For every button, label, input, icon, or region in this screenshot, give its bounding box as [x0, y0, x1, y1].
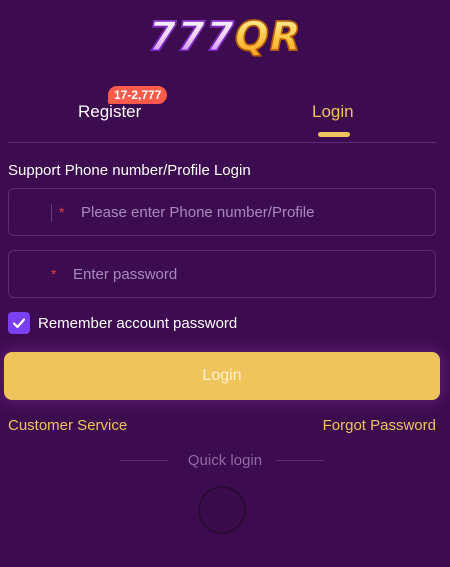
quick-login-button[interactable]: [198, 486, 246, 534]
tab-login[interactable]: Login: [312, 102, 354, 122]
auth-tabs: 17-2,777 Register Login: [0, 86, 450, 144]
required-mark: *: [51, 266, 57, 282]
active-tab-indicator: [318, 132, 350, 137]
customer-service-link[interactable]: Customer Service: [8, 417, 127, 434]
form-title: Support Phone number/Profile Login: [8, 162, 251, 179]
phone-input[interactable]: [81, 189, 426, 235]
tabs-divider: [8, 142, 436, 143]
field-separator: [51, 204, 52, 222]
forgot-password-link[interactable]: Forgot Password: [323, 417, 436, 434]
login-page: 777QR 17-2,777 Register Login Support Ph…: [0, 0, 450, 567]
app-logo: 777QR: [0, 13, 450, 61]
quick-login-label: Quick login: [187, 452, 263, 469]
phone-field[interactable]: *: [8, 188, 436, 236]
logo-letters: QR: [234, 13, 302, 61]
login-button[interactable]: Login: [4, 352, 440, 400]
remember-checkbox[interactable]: [8, 312, 30, 334]
logo-digits: 777: [148, 13, 235, 61]
tab-register[interactable]: Register: [78, 102, 141, 122]
required-mark: *: [59, 204, 65, 220]
password-field[interactable]: *: [8, 250, 436, 298]
password-input[interactable]: [73, 251, 423, 297]
quick-login-divider-right: [276, 460, 324, 461]
checkmark-icon: [12, 318, 26, 329]
remember-label: Remember account password: [38, 315, 238, 332]
